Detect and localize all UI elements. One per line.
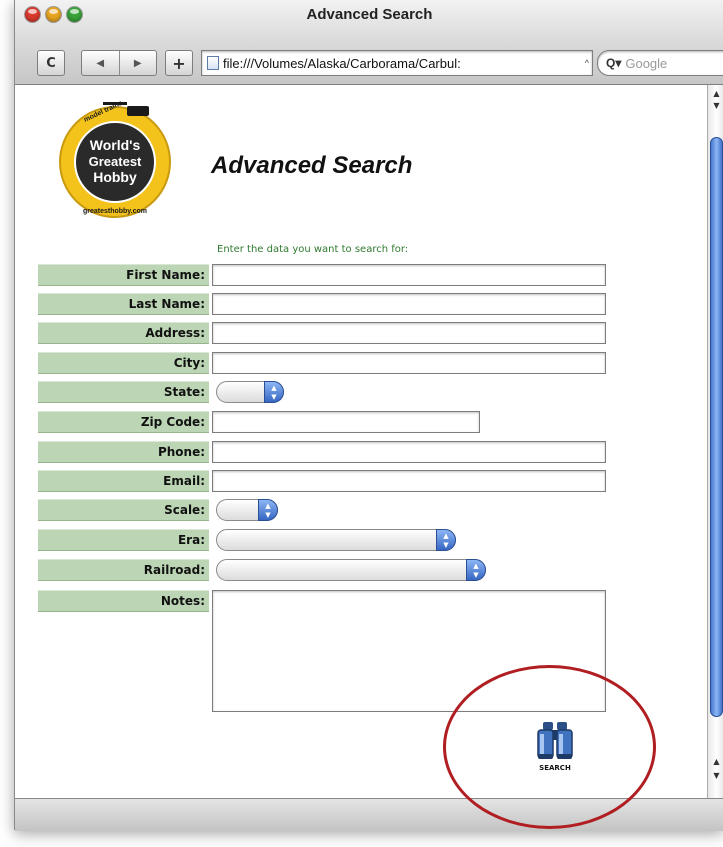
era-label: Era: <box>38 529 209 551</box>
forward-button[interactable]: ▶ <box>120 58 157 69</box>
page-icon <box>207 56 219 70</box>
reload-button[interactable]: C <box>37 50 65 76</box>
page-content: model trains World's Greatest Hobby grea… <box>15 85 705 798</box>
url-text: file:///Volumes/Alaska/Carborama/Carbul: <box>223 55 461 71</box>
binoculars-icon <box>537 722 573 759</box>
era-select[interactable]: ▲ ▼ <box>216 529 456 551</box>
notes-textarea[interactable] <box>212 590 606 712</box>
state-select[interactable]: ▲ ▼ <box>216 381 284 403</box>
chevron-up-down-icon: ▲ ▼ <box>436 529 456 551</box>
page-title: Advanced Search <box>211 152 413 179</box>
add-bookmark-button[interactable]: + <box>165 50 193 76</box>
logo-ring-bottom: greatesthobby.com <box>83 208 147 215</box>
scroll-thumb[interactable] <box>710 137 723 717</box>
logo-line-3: Hobby <box>93 169 137 185</box>
city-label: City: <box>38 352 209 374</box>
scale-select[interactable]: ▲ ▼ <box>216 499 278 521</box>
address-label: Address: <box>38 322 209 344</box>
last-name-field[interactable] <box>212 293 606 315</box>
url-history-icon[interactable]: ^ <box>582 58 592 68</box>
vertical-scrollbar[interactable]: ▲ ▼ ▲ ▼ <box>707 85 723 798</box>
railroad-label: Railroad: <box>38 559 209 581</box>
logo-line-2: Greatest <box>89 154 142 169</box>
back-button[interactable]: ◀ <box>82 58 119 69</box>
logo-line-1: World's <box>90 137 141 153</box>
email-label: Email: <box>38 470 209 492</box>
instructions-text: Enter the data you want to search for: <box>217 244 409 255</box>
chevron-up-down-icon: ▲ ▼ <box>258 499 278 521</box>
chevron-up-down-icon: ▲ ▼ <box>466 559 486 581</box>
title-bar: Advanced Search C ◀ ▶ + file:///Volumes/… <box>15 0 723 85</box>
phone-label: Phone: <box>38 441 209 463</box>
browser-window: Advanced Search C ◀ ▶ + file:///Volumes/… <box>14 0 723 831</box>
email-field[interactable] <box>212 470 606 492</box>
zip-code-label: Zip Code: <box>38 411 209 433</box>
scroll-down-icon[interactable]: ▼ <box>708 99 723 113</box>
address-field[interactable] <box>212 322 606 344</box>
first-name-field[interactable] <box>212 264 606 286</box>
plus-icon: + <box>172 53 186 73</box>
address-bar[interactable]: file:///Volumes/Alaska/Carborama/Carbul:… <box>201 50 593 76</box>
state-label: State: <box>38 381 209 403</box>
scroll-down-icon[interactable]: ▼ <box>708 769 723 783</box>
back-forward-control: ◀ ▶ <box>81 50 157 76</box>
scale-label: Scale: <box>38 499 209 521</box>
railroad-select[interactable]: ▲ ▼ <box>216 559 486 581</box>
first-name-label: First Name: <box>38 264 209 286</box>
reload-icon: C <box>46 55 56 71</box>
search-icon[interactable]: Q▾ <box>606 56 621 70</box>
city-field[interactable] <box>212 352 606 374</box>
window-title: Advanced Search <box>306 6 433 23</box>
phone-field[interactable] <box>212 441 606 463</box>
zip-code-field[interactable] <box>212 411 480 433</box>
worlds-greatest-hobby-logo: model trains World's Greatest Hobby grea… <box>59 100 171 218</box>
search-button-label: SEARCH <box>539 764 571 772</box>
notes-label: Notes: <box>38 590 209 612</box>
search-field[interactable]: Q▾ Google <box>597 50 723 76</box>
search-button[interactable]: SEARCH <box>527 718 583 780</box>
search-placeholder: Google <box>625 55 668 71</box>
chevron-up-down-icon: ▲ ▼ <box>264 381 284 403</box>
last-name-label: Last Name: <box>38 293 209 315</box>
scroll-up-icon[interactable]: ▲ <box>708 755 723 769</box>
status-bar <box>15 798 723 831</box>
